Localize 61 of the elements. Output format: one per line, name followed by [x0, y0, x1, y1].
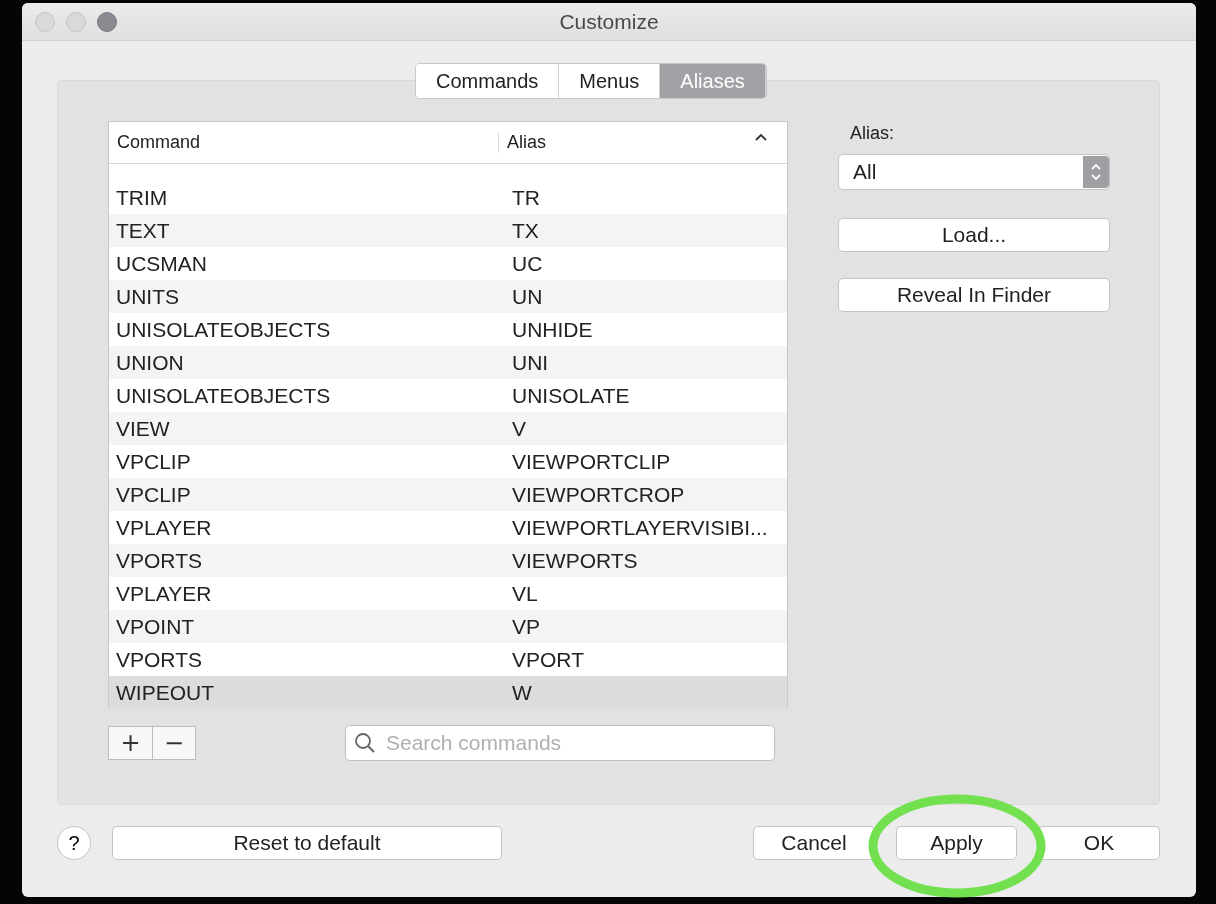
table-cell-text: UN — [511, 284, 544, 309]
table-row[interactable]: VIEW V — [109, 412, 787, 445]
table-cell-text: UC — [511, 251, 544, 276]
table-row[interactable]: WIPEOUT W — [109, 676, 787, 709]
search-field[interactable]: Search commands — [345, 725, 775, 761]
table-cell-text: TRIM — [115, 185, 169, 210]
table-row[interactable]: VPOINT VP — [109, 610, 787, 643]
table-cell-text: UNHIDE — [511, 317, 594, 342]
table-row[interactable]: TEXT TX — [109, 214, 787, 247]
stepper-icon — [1090, 162, 1102, 182]
table-row[interactable]: VPORTS VIEWPORTS — [109, 544, 787, 577]
window-title: Customize — [559, 9, 659, 34]
table-cell-text: VPOINT — [115, 614, 196, 639]
alias-dropdown[interactable]: All — [838, 154, 1110, 190]
table-cell-text: UNISOLATEOBJECTS — [115, 383, 332, 408]
reset-button[interactable]: Reset to default — [112, 826, 502, 860]
table-cell-text: VIEW — [115, 416, 171, 441]
table-cell-text: UNISOLATEOBJECTS — [115, 317, 332, 342]
table-cell-text: VIEWPORTCROP — [511, 482, 686, 507]
table-row[interactable]: UNION UNI — [109, 346, 787, 379]
load-button[interactable]: Load... — [838, 218, 1110, 252]
dialog-button[interactable]: Apply — [896, 826, 1017, 860]
table-cell-text: VP — [511, 614, 541, 639]
table-cell-text: VPORT — [511, 647, 585, 672]
table-cell-text: VPCLIP — [115, 482, 192, 507]
table-cell-text: VIEWPORTLAYERVISIBI... — [511, 515, 769, 540]
table-cell-text: UNISOLATE — [511, 383, 631, 408]
table-cell-text: V — [511, 416, 527, 441]
table-cell-text: UNITS — [115, 284, 180, 309]
minimize-button[interactable] — [66, 12, 86, 32]
table-row[interactable]: VPCLIP VIEWPORTCROP — [109, 478, 787, 511]
table-cell-text: W — [511, 680, 533, 705]
dropdown-value: All — [853, 160, 877, 184]
table-cell-text: TR — [511, 185, 541, 210]
column-header[interactable]: Command — [109, 132, 498, 153]
reveal-button[interactable]: Reveal In Finder — [838, 278, 1110, 312]
add-button[interactable]: + — [109, 727, 152, 759]
alias-label: Alias: — [850, 123, 895, 144]
close-button[interactable] — [35, 12, 55, 32]
table-cell-text: TX — [511, 218, 540, 243]
table-row[interactable]: UNITS UN — [109, 280, 787, 313]
dialog-button[interactable]: OK — [1038, 826, 1160, 860]
remove-button[interactable]: − — [152, 727, 195, 759]
table-cell-text: VPLAYER — [115, 581, 213, 606]
table-cell-text: VPLAYER — [115, 515, 213, 540]
table-cell-text: VPORTS — [115, 647, 203, 672]
help-button[interactable]: ? — [57, 826, 91, 860]
table-cell-text: UNION — [115, 350, 185, 375]
column-header[interactable]: Alias — [507, 132, 546, 153]
tab[interactable]: Commands — [416, 64, 560, 98]
dialog-button[interactable]: Cancel — [753, 826, 875, 860]
table-cell-text: WIPEOUT — [115, 680, 215, 705]
table-cell-text: UCSMAN — [115, 251, 208, 276]
table-cell-text: VPORTS — [115, 548, 203, 573]
table-cell-text: VPCLIP — [115, 449, 192, 474]
zoom-button[interactable] — [97, 12, 117, 32]
table-cell-text: VL — [511, 581, 539, 606]
table-cell-text: VIEWPORTCLIP — [511, 449, 672, 474]
table-cell-text: UNI — [511, 350, 550, 375]
table-cell-text: TEXT — [115, 218, 171, 243]
table-cell-text: VIEWPORTS — [511, 548, 639, 573]
